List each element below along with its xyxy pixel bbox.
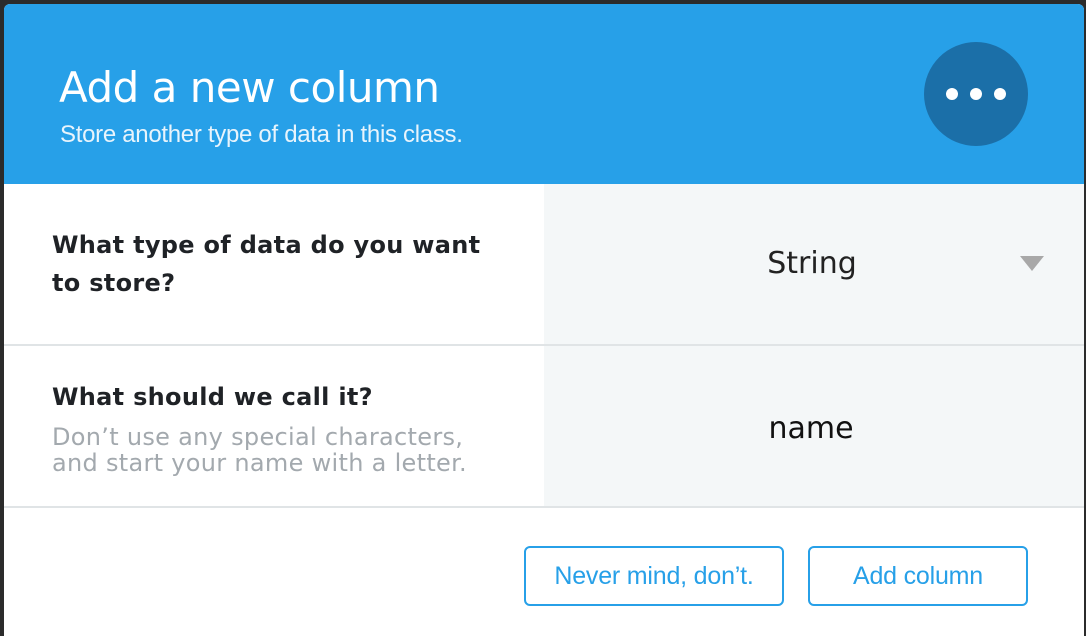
column-name-row: What should we call it? Don’t use any sp…: [4, 346, 1084, 508]
column-name-hint: Don’t use any special characters, and st…: [52, 423, 467, 477]
more-dots-icon: [924, 42, 1028, 146]
column-name-input[interactable]: [544, 406, 1084, 450]
dialog-title: Add a new column: [59, 63, 440, 112]
dialog-header: Add a new column Store another type of d…: [4, 4, 1084, 184]
add-column-dialog: Add a new column Store another type of d…: [4, 4, 1084, 636]
dialog-footer: Never mind, don’t. Add column: [4, 508, 1084, 636]
cancel-button[interactable]: Never mind, don’t.: [524, 546, 784, 606]
add-column-button[interactable]: Add column: [808, 546, 1028, 606]
dot-icon: [946, 88, 958, 100]
dialog-subtitle: Store another type of data in this class…: [60, 121, 463, 148]
column-name-label: What should we call it?: [52, 383, 373, 411]
column-name-field-area: [544, 346, 1084, 506]
triangle-down-icon[interactable]: [1020, 256, 1044, 271]
data-type-row: What type of data do you want to store? …: [4, 184, 1084, 346]
data-type-selected-value[interactable]: String: [544, 244, 1084, 284]
data-type-label: What type of data do you want to store?: [52, 231, 481, 297]
dot-icon: [970, 88, 982, 100]
data-type-select[interactable]: String: [544, 184, 1084, 344]
dot-icon: [994, 88, 1006, 100]
